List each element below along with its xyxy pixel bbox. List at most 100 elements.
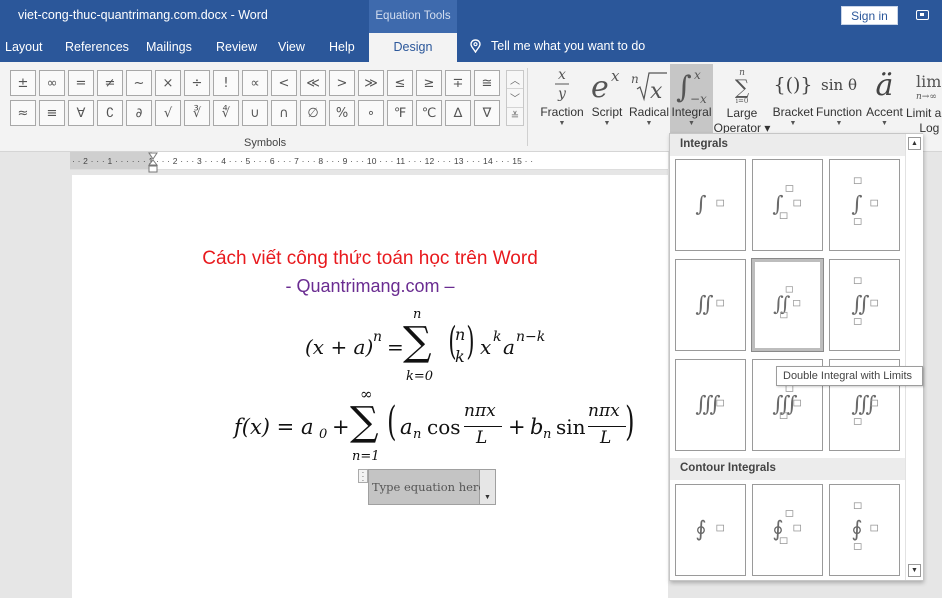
open-paren: (: [387, 399, 397, 445]
chevron-down-icon: ▼: [688, 120, 695, 127]
symbol-button[interactable]: !: [213, 70, 239, 96]
ribbon-display-options-icon[interactable]: [916, 10, 929, 20]
symbol-button[interactable]: >: [329, 70, 355, 96]
symbol-button[interactable]: √: [155, 100, 181, 126]
integral-template-icon: ∬: [695, 292, 725, 317]
tell-me-search[interactable]: Tell me what you want to do: [470, 39, 645, 53]
limit-and-log-button[interactable]: limn→∞ Limit and Log ▾: [906, 64, 942, 136]
symbol-button[interactable]: ±: [10, 70, 36, 96]
fourier-equation[interactable]: f(x) = a 0 + ∞ ∑ n=1 ( a n cos nπx L + b…: [234, 385, 634, 465]
symbol-button[interactable]: ∓: [445, 70, 471, 96]
symbol-button[interactable]: ∅: [300, 100, 326, 126]
gallery-item-integral-with-subscript-superscript-limits[interactable]: ∫: [752, 159, 823, 251]
symbol-button[interactable]: ≡: [39, 100, 65, 126]
lightbulb-icon: [470, 39, 481, 53]
svg-text:i=0: i=0: [736, 97, 749, 105]
gallery-item-contour-integral-with-subscript-superscript-limits[interactable]: ∮: [752, 484, 823, 576]
symbol-button[interactable]: ≫: [358, 70, 384, 96]
accent-button[interactable]: ä Accent ▼: [863, 64, 906, 136]
symbol-button[interactable]: ∆: [445, 100, 471, 126]
more-symbols-icon[interactable]: ≚: [507, 108, 523, 125]
gallery-item-double-integral[interactable]: ∬: [675, 259, 746, 351]
indent-marker-icon[interactable]: [148, 152, 158, 174]
symbol-button[interactable]: =: [68, 70, 94, 96]
equation-input[interactable]: Type equation here.: [368, 469, 489, 505]
symbol-button[interactable]: ∜: [213, 100, 239, 126]
symbol-button[interactable]: ∘: [358, 100, 384, 126]
radical-button[interactable]: nx Radical ▼: [628, 64, 670, 136]
scroll-up-icon[interactable]: ︿: [507, 71, 523, 90]
symbol-button[interactable]: ∂: [126, 100, 152, 126]
equation-options-dropdown[interactable]: ▼: [480, 469, 496, 505]
scroll-down-icon[interactable]: ▼: [908, 564, 921, 577]
integral-button[interactable]: ∫ x −x Integral ▼: [670, 64, 713, 136]
gallery-item-integral[interactable]: ∫: [675, 159, 746, 251]
document-page[interactable]: Cách viết công thức toán học trên Word -…: [72, 175, 668, 598]
horizontal-ruler[interactable]: · · 2 · · · 1 · · · · · · 1 · · · 2 · · …: [70, 152, 668, 170]
large-operator-button[interactable]: n ∑ i=0 Large Operator ▾: [713, 64, 771, 136]
eq2-cos: cos: [427, 415, 461, 439]
script-button[interactable]: ex Script ▼: [586, 64, 628, 136]
symbol-button[interactable]: <: [271, 70, 297, 96]
integral-icon: ∫ x −x: [670, 64, 713, 106]
tab-layout[interactable]: Layout: [5, 40, 43, 54]
fraction-button[interactable]: xy Fraction ▼: [538, 64, 586, 136]
symbol-button[interactable]: ∝: [242, 70, 268, 96]
eq2-a: a: [400, 415, 413, 439]
chevron-down-icon: ▼: [881, 120, 888, 127]
equation-placeholder-box[interactable]: · · · Type equation here. ▼: [358, 467, 500, 507]
binom-close-paren: ): [466, 319, 475, 363]
svg-text:∭: ∭: [851, 392, 877, 417]
symbol-button[interactable]: ≥: [416, 70, 442, 96]
gallery-scrollbar[interactable]: ▲ ▼: [905, 134, 923, 580]
svg-text:∬: ∬: [773, 291, 790, 315]
tab-design[interactable]: Design: [369, 33, 457, 62]
tab-references[interactable]: References: [65, 40, 129, 54]
symbol-button[interactable]: ~: [126, 70, 152, 96]
gallery-item-double-integral-with-subscript-superscript-limits[interactable]: ∬: [751, 258, 824, 352]
symbol-button[interactable]: ≅: [474, 70, 500, 96]
symbol-button[interactable]: %: [329, 100, 355, 126]
scroll-up-icon[interactable]: ▲: [908, 137, 921, 150]
symbol-button[interactable]: ≤: [387, 70, 413, 96]
binomial-equation[interactable]: (x + a) n = n ∑ k=0 ( n k ) x k a n−k: [305, 307, 565, 387]
symbol-button[interactable]: ×: [155, 70, 181, 96]
integral-template-icon: ∫: [851, 177, 879, 225]
svg-text:∮: ∮: [695, 517, 706, 542]
gallery-item-double-integral-with-limits[interactable]: ∬: [829, 259, 900, 351]
equation-drag-handle-icon[interactable]: · · ·: [358, 469, 368, 485]
eq1-lhs: (x + a): [305, 335, 374, 359]
symbol-button[interactable]: ÷: [184, 70, 210, 96]
symbol-button[interactable]: ∁: [97, 100, 123, 126]
eq2-b-sub: n: [543, 427, 552, 442]
scroll-down-icon[interactable]: ﹀: [507, 89, 523, 108]
symbol-button[interactable]: ∀: [68, 100, 94, 126]
bracket-button[interactable]: {()} Bracket ▼: [771, 64, 815, 136]
symbol-button[interactable]: ≈: [10, 100, 36, 126]
sign-in-button[interactable]: Sign in: [841, 6, 898, 25]
window-title: viet-cong-thuc-quantrimang.com.docx - Wo…: [18, 8, 268, 22]
gallery-item-contour-integral[interactable]: ∮: [675, 484, 746, 576]
symbol-button[interactable]: ∞: [39, 70, 65, 96]
symbol-button[interactable]: ≪: [300, 70, 326, 96]
symbol-button[interactable]: ∛: [184, 100, 210, 126]
gallery-item-contour-integral-with-limits[interactable]: ∮: [829, 484, 900, 576]
symbol-button[interactable]: ∪: [242, 100, 268, 126]
tab-view[interactable]: View: [278, 40, 305, 54]
tab-mailings[interactable]: Mailings: [146, 40, 192, 54]
close-paren: ): [625, 399, 635, 445]
svg-text:lim: lim: [916, 72, 941, 91]
symbol-button[interactable]: ℃: [416, 100, 442, 126]
svg-text:x: x: [611, 67, 620, 85]
symbol-button[interactable]: ∩: [271, 100, 297, 126]
tab-review[interactable]: Review: [216, 40, 257, 54]
title-bar: viet-cong-thuc-quantrimang.com.docx - Wo…: [0, 0, 942, 33]
gallery-item-integral-with-limits[interactable]: ∫: [829, 159, 900, 251]
symbol-button[interactable]: ℉: [387, 100, 413, 126]
symbol-button[interactable]: ∇: [474, 100, 500, 126]
symbol-button[interactable]: ≠: [97, 70, 123, 96]
tab-help[interactable]: Help: [329, 40, 355, 54]
gallery-item-triple-integral[interactable]: ∭: [675, 359, 746, 451]
chevron-down-icon: ▼: [603, 120, 611, 127]
function-button[interactable]: sin θ Function ▼: [815, 64, 863, 136]
